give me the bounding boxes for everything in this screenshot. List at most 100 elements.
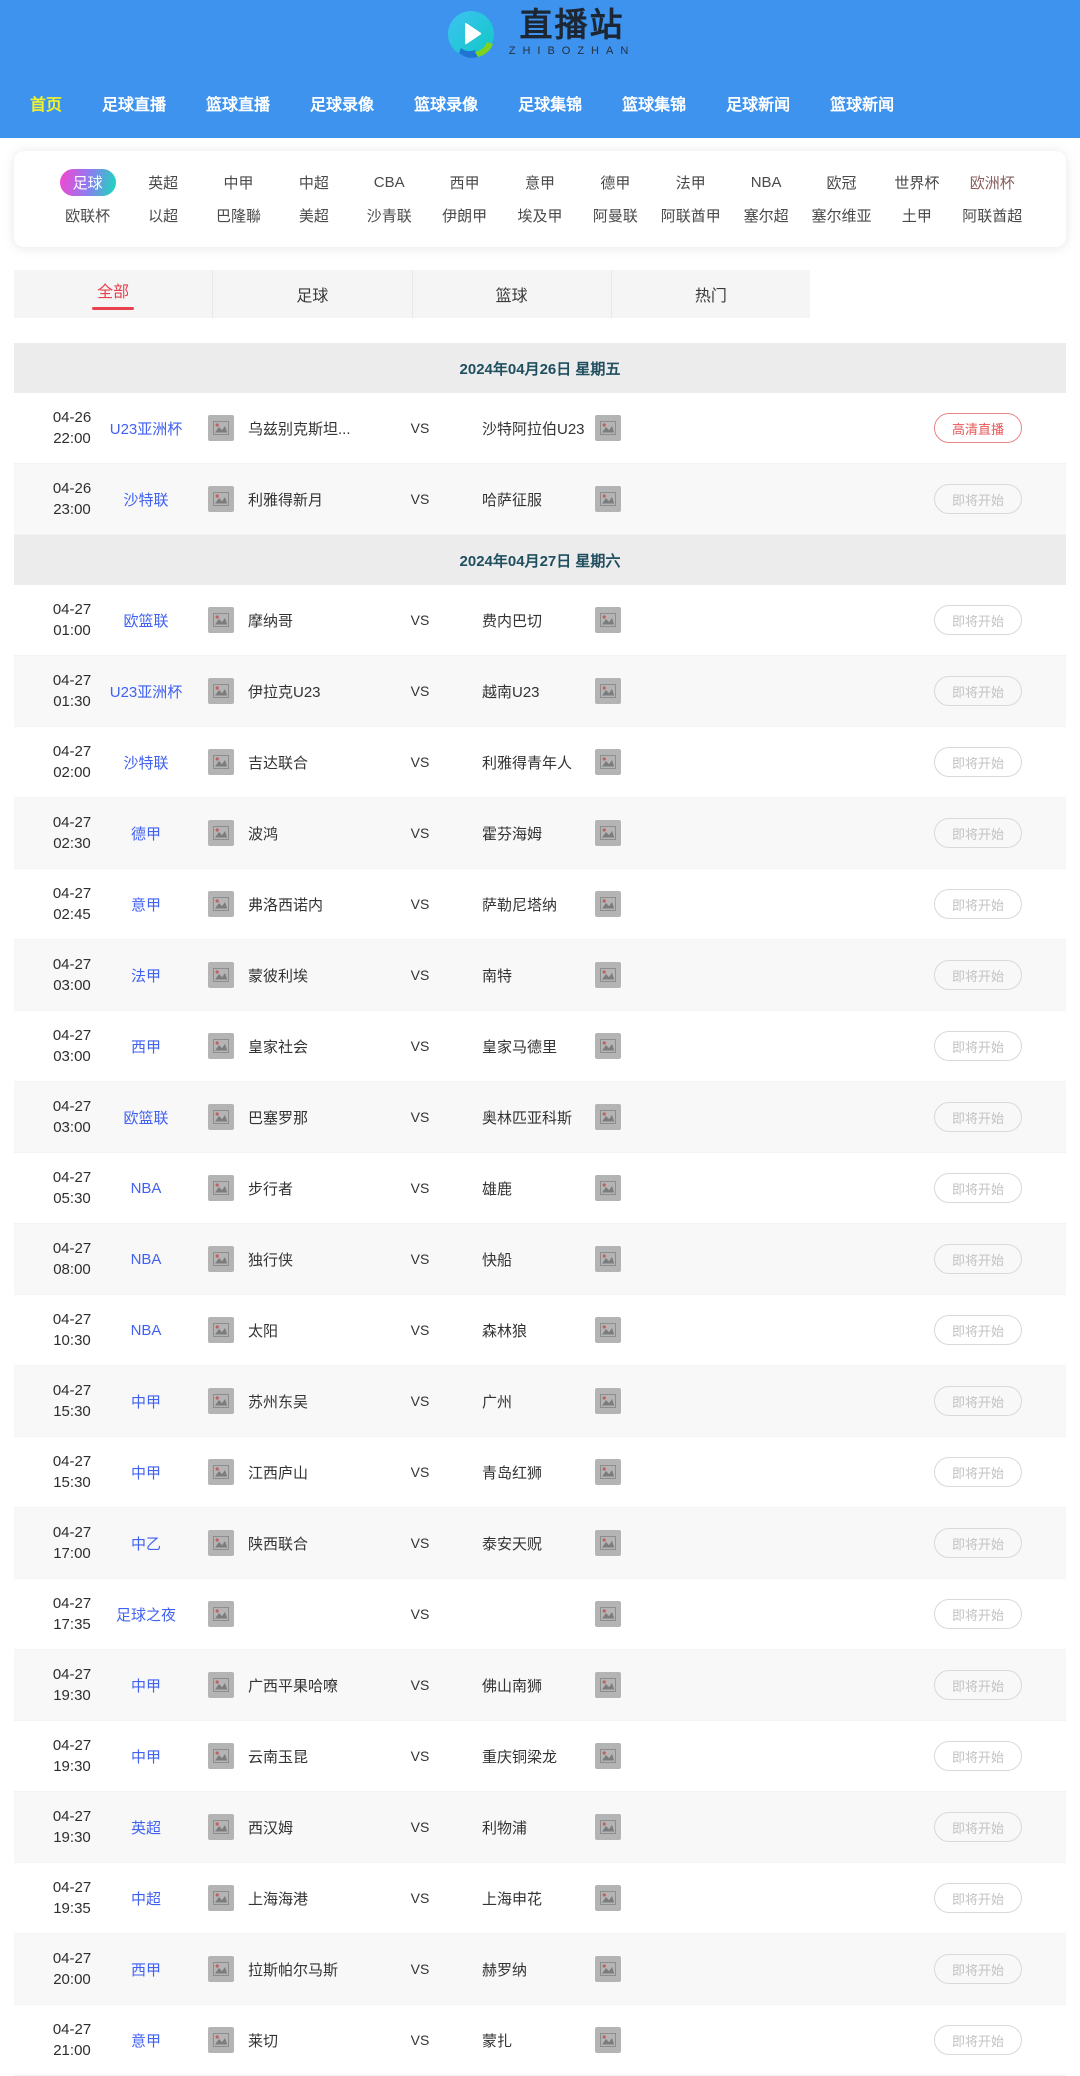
match-status-button[interactable]: 即将开始 <box>934 1741 1022 1771</box>
match-status-button[interactable]: 即将开始 <box>934 1031 1022 1061</box>
nav-item[interactable]: 足球直播 <box>102 91 166 115</box>
filter-league-item[interactable]: 巴隆聯 <box>201 205 276 226</box>
match-status-button[interactable]: 即将开始 <box>934 1670 1022 1700</box>
match-row[interactable]: 04-27 08:00 NBA 独行侠 VS 快船 即将开始 <box>14 1224 1066 1295</box>
filter-league-item[interactable]: NBA <box>728 174 803 191</box>
match-league-link[interactable]: 意甲 <box>104 2030 188 2051</box>
match-row[interactable]: 04-27 21:00 意甲 莱切 VS 蒙扎 即将开始 <box>14 2005 1066 2076</box>
match-league-link[interactable]: 西甲 <box>104 1036 188 1057</box>
nav-item[interactable]: 篮球录像 <box>414 91 478 115</box>
match-league-link[interactable]: 法甲 <box>104 965 188 986</box>
match-league-link[interactable]: 中甲 <box>104 1462 188 1483</box>
match-row[interactable]: 04-27 03:00 西甲 皇家社会 VS 皇家马德里 即将开始 <box>14 1011 1066 1082</box>
match-league-link[interactable]: NBA <box>104 1251 188 1268</box>
filter-league-item[interactable]: 德甲 <box>578 172 653 193</box>
match-row[interactable]: 04-27 02:30 德甲 波鸿 VS 霍芬海姆 即将开始 <box>14 798 1066 869</box>
match-league-link[interactable]: 西甲 <box>104 1959 188 1980</box>
filter-league-item[interactable]: 伊朗甲 <box>427 205 502 226</box>
match-status-button[interactable]: 高清直播 <box>934 413 1022 443</box>
match-league-link[interactable]: 中甲 <box>104 1391 188 1412</box>
match-status-button[interactable]: 即将开始 <box>934 1812 1022 1842</box>
nav-item[interactable]: 篮球新闻 <box>830 91 894 115</box>
match-row[interactable]: 04-27 03:00 欧篮联 巴塞罗那 VS 奥林匹亚科斯 即将开始 <box>14 1082 1066 1153</box>
match-row[interactable]: 04-27 19:30 中甲 广西平果哈嘹 VS 佛山南狮 即将开始 <box>14 1650 1066 1721</box>
nav-item[interactable]: 足球录像 <box>310 91 374 115</box>
match-status-button[interactable]: 即将开始 <box>934 1173 1022 1203</box>
match-filter-tab[interactable]: 篮球 <box>412 270 611 318</box>
filter-league-item[interactable]: 土甲 <box>879 205 954 226</box>
filter-league-item[interactable]: 阿联酋甲 <box>653 205 728 226</box>
nav-item[interactable]: 足球集锦 <box>518 91 582 115</box>
filter-league-item[interactable]: 欧联杯 <box>50 205 125 226</box>
match-league-link[interactable]: 欧篮联 <box>104 610 188 631</box>
match-status-button[interactable]: 即将开始 <box>934 1954 1022 1984</box>
football-category-chip[interactable]: 足球 <box>60 169 116 196</box>
match-status-button[interactable]: 即将开始 <box>934 747 1022 777</box>
match-league-link[interactable]: U23亚洲杯 <box>104 418 188 439</box>
filter-league-item[interactable]: 西甲 <box>427 172 502 193</box>
match-filter-tab[interactable]: 足球 <box>212 270 411 318</box>
match-row[interactable]: 04-27 19:30 中甲 云南玉昆 VS 重庆铜梁龙 即将开始 <box>14 1721 1066 1792</box>
match-status-button[interactable]: 即将开始 <box>934 676 1022 706</box>
match-status-button[interactable]: 即将开始 <box>934 1386 1022 1416</box>
match-row[interactable]: 04-26 23:00 沙特联 利雅得新月 VS 哈萨征服 即将开始 <box>14 464 1066 535</box>
match-row[interactable]: 04-27 19:35 中超 上海海港 VS 上海申花 即将开始 <box>14 1863 1066 1934</box>
match-row[interactable]: 04-27 15:30 中甲 苏州东吴 VS 广州 即将开始 <box>14 1366 1066 1437</box>
filter-league-item[interactable]: 塞尔超 <box>728 205 803 226</box>
match-row[interactable]: 04-27 03:00 法甲 蒙彼利埃 VS 南特 即将开始 <box>14 940 1066 1011</box>
filter-league-item[interactable]: 塞尔维亚 <box>804 205 879 226</box>
match-status-button[interactable]: 即将开始 <box>934 1244 1022 1274</box>
match-league-link[interactable]: 中乙 <box>104 1533 188 1554</box>
filter-league-item[interactable]: 世界杯 <box>879 172 954 193</box>
match-status-button[interactable]: 即将开始 <box>934 889 1022 919</box>
match-status-button[interactable]: 即将开始 <box>934 484 1022 514</box>
match-league-link[interactable]: 中甲 <box>104 1746 188 1767</box>
match-status-button[interactable]: 即将开始 <box>934 2025 1022 2055</box>
match-status-button[interactable]: 即将开始 <box>934 818 1022 848</box>
match-league-link[interactable]: 德甲 <box>104 823 188 844</box>
filter-league-item[interactable]: 中甲 <box>201 172 276 193</box>
match-league-link[interactable]: 中甲 <box>104 1675 188 1696</box>
match-row[interactable]: 04-27 10:30 NBA 太阳 VS 森林狼 即将开始 <box>14 1295 1066 1366</box>
filter-league-item[interactable]: 沙青联 <box>352 205 427 226</box>
match-row[interactable]: 04-26 22:00 U23亚洲杯 乌兹别克斯坦... VS 沙特阿拉伯U23… <box>14 393 1066 464</box>
filter-league-item[interactable]: 欧洲杯 <box>955 172 1030 193</box>
match-status-button[interactable]: 即将开始 <box>934 1528 1022 1558</box>
nav-item[interactable]: 足球新闻 <box>726 91 790 115</box>
match-league-link[interactable]: 英超 <box>104 1817 188 1838</box>
match-row[interactable]: 04-27 15:30 中甲 江西庐山 VS 青岛红狮 即将开始 <box>14 1437 1066 1508</box>
filter-league-item[interactable]: 中超 <box>276 172 351 193</box>
nav-item[interactable]: 首页 <box>30 91 62 115</box>
filter-league-item[interactable]: 法甲 <box>653 172 728 193</box>
match-status-button[interactable]: 即将开始 <box>934 960 1022 990</box>
match-filter-tab[interactable]: 热门 <box>611 270 810 318</box>
match-row[interactable]: 04-27 01:30 U23亚洲杯 伊拉克U23 VS 越南U23 即将开始 <box>14 656 1066 727</box>
filter-league-item[interactable]: 以超 <box>125 205 200 226</box>
filter-league-item[interactable]: 意甲 <box>502 172 577 193</box>
match-league-link[interactable]: 中超 <box>104 1888 188 1909</box>
match-row[interactable]: 04-27 05:30 NBA 步行者 VS 雄鹿 即将开始 <box>14 1153 1066 1224</box>
filter-league-item[interactable]: 埃及甲 <box>502 205 577 226</box>
match-league-link[interactable]: 沙特联 <box>104 489 188 510</box>
filter-league-item[interactable]: 阿联酋超 <box>955 205 1030 226</box>
match-status-button[interactable]: 即将开始 <box>934 1599 1022 1629</box>
match-row[interactable]: 04-27 01:00 欧篮联 摩纳哥 VS 费内巴切 即将开始 <box>14 585 1066 656</box>
match-row[interactable]: 04-27 20:00 西甲 拉斯帕尔马斯 VS 赫罗纳 即将开始 <box>14 1934 1066 2005</box>
match-league-link[interactable]: NBA <box>104 1322 188 1339</box>
match-row[interactable]: 04-27 17:35 足球之夜 VS 即将开始 <box>14 1579 1066 1650</box>
match-status-button[interactable]: 即将开始 <box>934 1883 1022 1913</box>
match-status-button[interactable]: 即将开始 <box>934 1315 1022 1345</box>
match-league-link[interactable]: 欧篮联 <box>104 1107 188 1128</box>
site-logo[interactable]: 直播站 ZHIBOZHAN <box>0 0 1080 68</box>
match-league-link[interactable]: 足球之夜 <box>104 1604 188 1625</box>
filter-league-item[interactable]: 欧冠 <box>804 172 879 193</box>
match-league-link[interactable]: 沙特联 <box>104 752 188 773</box>
filter-league-item[interactable]: 阿曼联 <box>578 205 653 226</box>
match-row[interactable]: 04-27 02:45 意甲 弗洛西诺内 VS 萨勒尼塔纳 即将开始 <box>14 869 1066 940</box>
match-filter-tab[interactable]: 全部 <box>14 270 212 318</box>
filter-league-item[interactable]: 英超 <box>125 172 200 193</box>
match-league-link[interactable]: U23亚洲杯 <box>104 681 188 702</box>
match-status-button[interactable]: 即将开始 <box>934 605 1022 635</box>
nav-item[interactable]: 篮球直播 <box>206 91 270 115</box>
match-row[interactable]: 04-27 19:30 英超 西汉姆 VS 利物浦 即将开始 <box>14 1792 1066 1863</box>
